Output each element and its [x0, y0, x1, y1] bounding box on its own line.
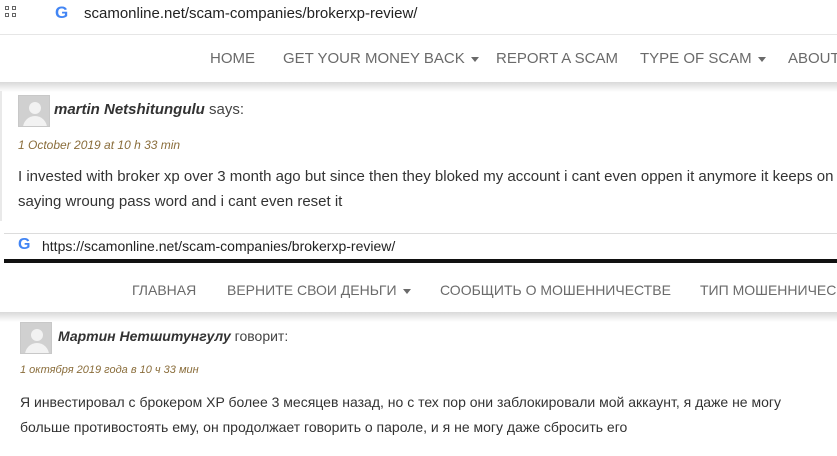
caret-down-icon [402, 288, 411, 294]
main-nav-bottom: ГЛАВНАЯ ВЕРНИТЕ СВОИ ДЕНЬГИ СООБЩИТЬ О М… [0, 268, 837, 312]
google-g-icon: G [55, 3, 69, 22]
nav-label: TYPE OF SCAM [640, 50, 752, 67]
address-bar-bottom[interactable]: G https://scamonline.net/scam-companies/… [4, 233, 837, 263]
nav-type-of-scam[interactable]: ТИП МОШЕННИЧЕС [700, 282, 836, 298]
comment-author[interactable]: martin Netshitungulu [54, 101, 205, 118]
nav-shadow [0, 82, 837, 92]
comment-author-line: Мартин Нетшитунгулу говорит: [58, 328, 288, 344]
url-text[interactable]: scamonline.net/scam-companies/brokerxp-r… [84, 5, 417, 22]
says-label: говорит: [230, 328, 289, 344]
comment-text-line: I invested with broker xp over 3 month a… [18, 168, 834, 185]
nav-get-money-back[interactable]: GET YOUR MONEY BACK [283, 50, 479, 67]
comment-date[interactable]: 1 October 2019 at 10 h 33 min [18, 138, 180, 152]
nav-home[interactable]: ГЛАВНАЯ [132, 282, 196, 298]
comment-border [0, 91, 2, 221]
nav-about[interactable]: ABOUT [788, 50, 837, 67]
url-text[interactable]: https://scamonline.net/scam-companies/br… [42, 238, 395, 254]
comment-author-line: martin Netshitungulu says: [54, 101, 244, 118]
default-avatar-icon [20, 322, 52, 354]
nav-report-scam[interactable]: СООБЩИТЬ О МОШЕННИЧЕСТВЕ [440, 282, 671, 298]
nav-get-money-back[interactable]: ВЕРНИТЕ СВОИ ДЕНЬГИ [227, 282, 411, 298]
nav-label: ВЕРНИТЕ СВОИ ДЕНЬГИ [227, 282, 397, 298]
google-g-icon: G [18, 236, 31, 253]
nav-shadow [0, 312, 837, 322]
nav-home[interactable]: HOME [210, 50, 255, 67]
nav-type-of-scam[interactable]: TYPE OF SCAM [640, 50, 766, 67]
address-bar-top[interactable]: G scamonline.net/scam-companies/brokerxp… [0, 0, 837, 30]
main-nav-top: HOME GET YOUR MONEY BACK REPORT A SCAM T… [0, 34, 837, 82]
comment-author[interactable]: Мартин Нетшитунгулу [58, 328, 231, 344]
comment-text-line: saying wroung pass word and i cant even … [18, 193, 343, 210]
nav-label: GET YOUR MONEY BACK [283, 50, 465, 67]
comment-text-line: Я инвестировал с брокером XP более 3 мес… [20, 394, 781, 410]
caret-down-icon [470, 56, 479, 62]
default-avatar-icon [18, 95, 50, 127]
comment-date[interactable]: 1 октября 2019 года в 10 ч 33 мин [20, 364, 199, 376]
apps-grid-icon[interactable] [5, 6, 17, 18]
comment-text-line: больше противостоять ему, он продолжает … [20, 419, 628, 435]
says-label: says: [204, 101, 245, 118]
nav-report-scam[interactable]: REPORT A SCAM [496, 50, 618, 67]
caret-down-icon [757, 56, 766, 62]
